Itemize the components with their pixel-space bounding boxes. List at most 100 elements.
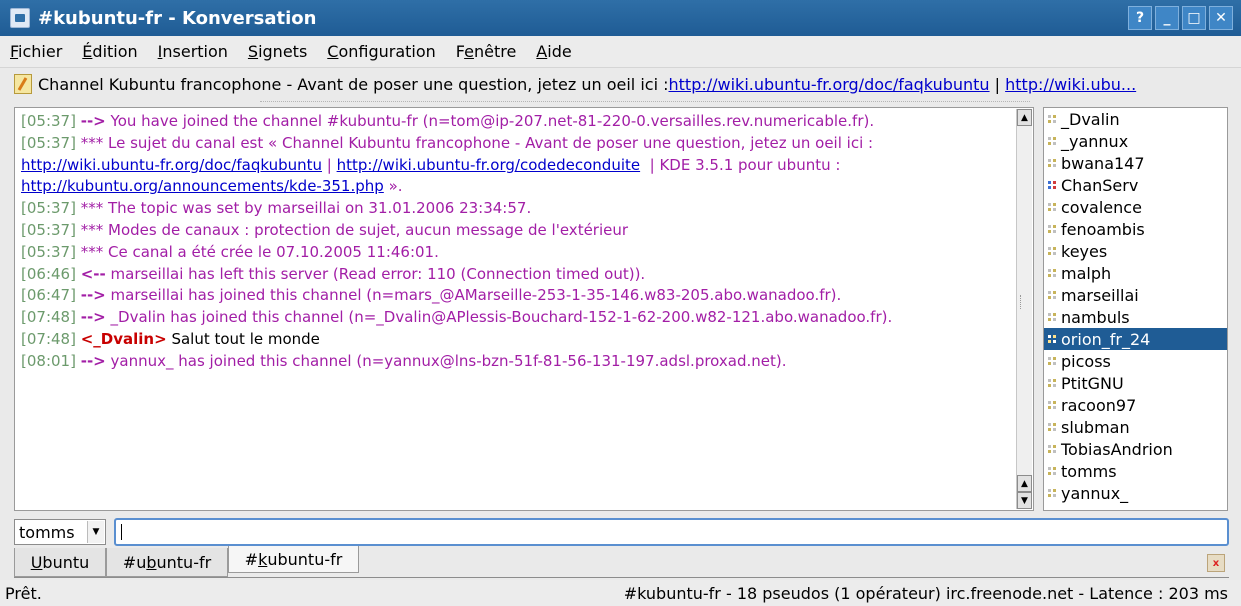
menu-fenetre[interactable]: Fenêtre (456, 42, 517, 61)
chat-line-continuation: http://kubuntu.org/announcements/kde-351… (21, 177, 403, 196)
nick-name: _Dvalin (1061, 109, 1120, 129)
nick-list-item[interactable]: _yannux (1044, 130, 1227, 152)
nick-name: covalence (1061, 197, 1142, 217)
menu-bar: Fichier Édition Insertion Signets Config… (0, 36, 1241, 68)
chat-message: Ce canal a été crée le 07.10.2005 11:46:… (108, 242, 439, 261)
chat-line: [05:37] *** Modes de canaux : protection… (21, 220, 1011, 242)
user-status-icon (1048, 313, 1056, 321)
chat-message: The topic was set by marseillai on 31.01… (108, 199, 532, 218)
nick-name: _yannux (1061, 131, 1129, 151)
chat-message: Le sujet du canal est « Channel Kubuntu … (108, 133, 874, 152)
user-status-icon (1048, 401, 1056, 409)
nickname-select[interactable]: tomms ▼ (14, 519, 106, 545)
nick-list-item[interactable]: picoss (1044, 350, 1227, 372)
topic-text: Channel Kubuntu francophone - Avant de p… (38, 74, 669, 94)
nick-list-item[interactable]: bwana147 (1044, 152, 1227, 174)
timestamp: [07:48] (21, 329, 76, 348)
nick-name: orion_fr_24 (1061, 329, 1151, 349)
menu-edition[interactable]: Édition (82, 42, 137, 61)
nick-list-item[interactable]: yannux_ (1044, 482, 1227, 504)
nick-list-item[interactable]: nambuls (1044, 306, 1227, 328)
scroll-up-arrow-icon[interactable]: ▲ (1017, 109, 1032, 126)
nickname-value: tomms (19, 522, 75, 542)
topic-separator: | (989, 74, 1006, 94)
channel-tab-bar: Ubuntu #u b untu-fr # k ubuntu-fr x (14, 546, 1229, 578)
chat-message: Salut tout le monde (171, 329, 320, 348)
event-arrow: *** (80, 199, 104, 218)
nick-name: racoon97 (1061, 395, 1137, 415)
nick-list-item[interactable]: malph (1044, 262, 1227, 284)
scroll-down-arrow-icon[interactable]: ▼ (1017, 492, 1032, 509)
nick-list-item[interactable]: keyes (1044, 240, 1227, 262)
chat-message: yannux_ has joined this channel (n=yannu… (110, 351, 787, 370)
chat-message: marseillai has left this server (Read er… (110, 264, 646, 283)
menu-fichier[interactable]: Fichier (10, 42, 62, 61)
nick-list-item[interactable]: covalence (1044, 196, 1227, 218)
user-status-icon (1048, 291, 1056, 299)
pane-splitter-grip[interactable] (1020, 295, 1025, 309)
nick-list[interactable]: _Dvalin _yannux bwana147 ChanServ covalence f… (1043, 107, 1228, 511)
message-input[interactable] (114, 518, 1229, 546)
splitter-handle[interactable] (260, 101, 1030, 104)
user-status-icon (1048, 445, 1056, 453)
edit-topic-icon[interactable] (14, 74, 32, 94)
tab-kubuntu-fr[interactable]: # k ubuntu-fr (228, 546, 359, 573)
topic-link-faq[interactable]: http://wiki.ubuntu-fr.org/doc/faqkubuntu (669, 75, 990, 94)
nick-name: yannux_ (1061, 483, 1129, 503)
nick-list-item[interactable]: ChanServ (1044, 174, 1227, 196)
minimize-button[interactable]: _ (1155, 6, 1179, 30)
menu-signets[interactable]: Signets (248, 42, 307, 61)
status-right: #kubuntu-fr - 18 pseudos (1 opérateur) i… (623, 583, 1228, 603)
chat-link-code[interactable]: http://wiki.ubuntu-fr.org/codedeconduite (337, 156, 641, 174)
user-status-icon (1048, 137, 1056, 145)
nick-list-item[interactable]: marseillai (1044, 284, 1227, 306)
nick-list-item[interactable]: _Dvalin (1044, 108, 1227, 130)
chat-line-continuation: http://wiki.ubuntu-fr.org/doc/faqkubuntu… (21, 155, 841, 174)
close-button[interactable]: ✕ (1209, 6, 1233, 30)
title-bar[interactable]: #kubuntu-fr - Konversation ? _ □ ✕ (0, 0, 1241, 36)
menu-aide[interactable]: Aide (536, 42, 571, 61)
nick-name: slubman (1061, 417, 1130, 437)
user-status-icon (1048, 115, 1056, 123)
user-status-icon (1048, 159, 1056, 167)
nick-list-item[interactable]: tomms (1044, 460, 1227, 482)
nick-list-item[interactable]: fenoambis (1044, 218, 1227, 240)
topic-link-wiki[interactable]: http://wiki.ubu... (1005, 75, 1136, 94)
user-status-icon (1048, 489, 1056, 497)
nick-list-item[interactable]: TobiasAndrion (1044, 438, 1227, 460)
chat-line: [06:47] --> marseillai has joined this c… (21, 285, 1011, 307)
nick-list-item[interactable]: slubman (1044, 416, 1227, 438)
chat-scrollbar[interactable]: ▲ ▲ ▼ (1016, 109, 1032, 509)
chat-link-faq[interactable]: http://wiki.ubuntu-fr.org/doc/faqkubuntu (21, 156, 322, 174)
chat-line: [05:37] *** Le sujet du canal est « Chan… (21, 133, 1011, 155)
chat-link-kde[interactable]: http://kubuntu.org/announcements/kde-351… (21, 177, 384, 195)
chevron-down-icon[interactable]: ▼ (87, 521, 104, 543)
tab-ubuntu-fr[interactable]: #u b untu-fr (106, 548, 228, 577)
chat-line: [06:46] <-- marseillai has left this ser… (21, 264, 1011, 286)
nick-list-item[interactable]: orion_fr_24 (1044, 328, 1227, 350)
konversation-app-icon[interactable] (10, 8, 30, 28)
close-tab-icon[interactable]: x (1207, 554, 1225, 572)
maximize-button[interactable]: □ (1182, 6, 1206, 30)
window-title: #kubuntu-fr - Konversation (38, 7, 317, 29)
user-status-icon (1048, 335, 1056, 343)
menu-configuration[interactable]: Configuration (327, 42, 436, 61)
nick-list-item[interactable]: PtitGNU (1044, 372, 1227, 394)
event-arrow: <-- (80, 264, 106, 283)
timestamp: [05:37] (21, 220, 76, 239)
event-arrow: *** (80, 133, 104, 152)
scroll-up-arrow-icon[interactable]: ▲ (1017, 475, 1032, 492)
status-bar: Prêt. #kubuntu-fr - 18 pseudos (1 opérat… (0, 580, 1241, 606)
nick-name: ChanServ (1061, 175, 1139, 195)
timestamp: [05:37] (21, 242, 76, 261)
menu-insertion[interactable]: Insertion (158, 42, 228, 61)
tab-ubuntu[interactable]: Ubuntu (14, 548, 106, 577)
chat-line: [08:01] --> yannux_ has joined this chan… (21, 351, 1011, 373)
chat-view[interactable]: [05:37] --> You have joined the channel … (14, 107, 1034, 511)
nick-name: TobiasAndrion (1061, 439, 1173, 459)
user-status-icon (1048, 269, 1056, 277)
chat-line: [07:48] --> _Dvalin has joined this chan… (21, 307, 1011, 329)
nick-list-item[interactable]: racoon97 (1044, 394, 1227, 416)
help-button[interactable]: ? (1128, 6, 1152, 30)
timestamp: [06:46] (21, 264, 76, 283)
